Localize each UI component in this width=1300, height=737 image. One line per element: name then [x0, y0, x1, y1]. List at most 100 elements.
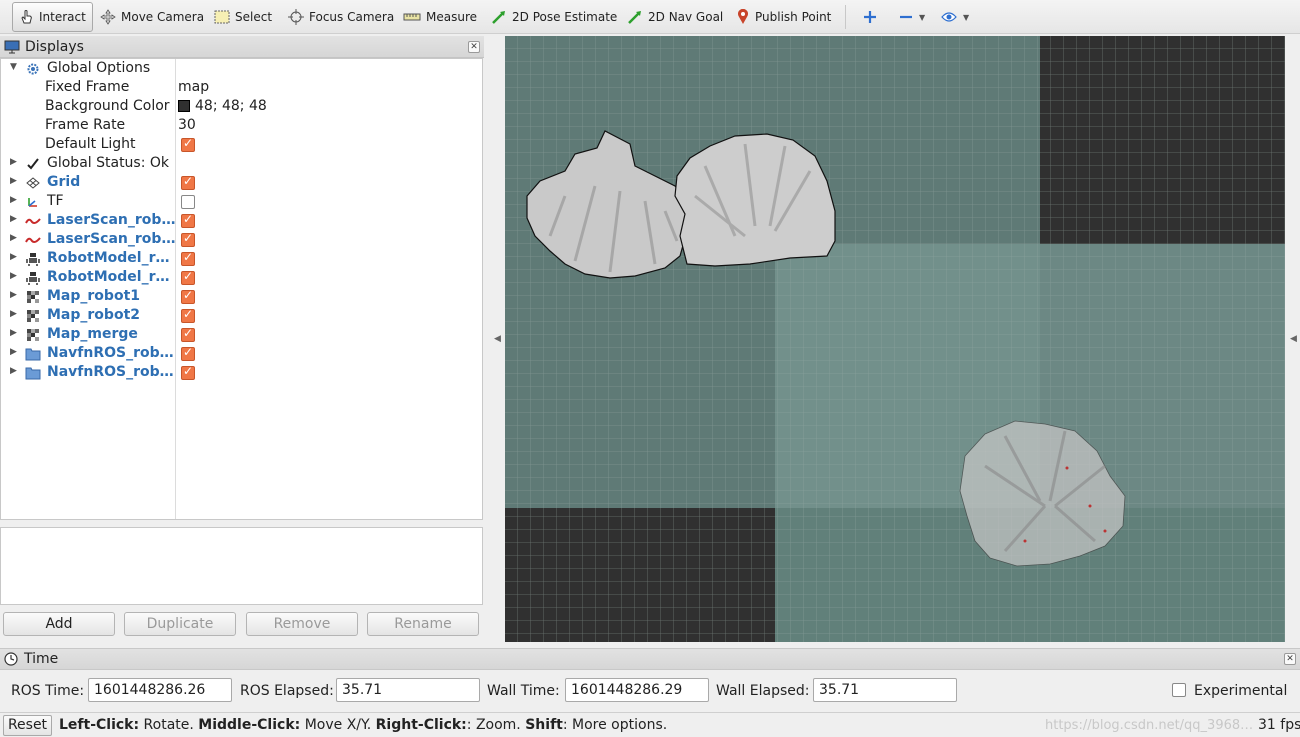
displays-panel-title: Displays: [25, 38, 84, 55]
display-item-laserscan[interactable]: ▶ LaserScan_rob…: [1, 212, 482, 231]
display-enabled-checkbox[interactable]: [181, 231, 195, 247]
time-panel-title: Time: [24, 651, 59, 667]
pose-estimate-tool-button[interactable]: 2D Pose Estimate: [486, 2, 622, 32]
experimental-checkbox[interactable]: [1172, 683, 1186, 697]
chevron-right-icon[interactable]: ▶: [10, 366, 17, 376]
remove-tool-dropdown[interactable]: ▼: [894, 2, 930, 32]
background-color-value[interactable]: 48; 48; 48: [178, 98, 267, 114]
display-enabled-checkbox[interactable]: [181, 174, 195, 190]
toolbar-separator: [845, 5, 846, 29]
laserscan-icon: [25, 213, 41, 229]
display-item-navfn[interactable]: ▶ NavfnROS_rob…: [1, 345, 482, 364]
monitor-icon: [4, 40, 20, 53]
map-render: [505, 36, 1285, 642]
rename-button[interactable]: Rename: [367, 612, 479, 636]
chevron-right-icon[interactable]: ▶: [10, 252, 17, 262]
duplicate-button[interactable]: Duplicate: [124, 612, 236, 636]
add-tool-button[interactable]: [858, 2, 882, 32]
experimental-label: Experimental: [1194, 683, 1288, 699]
collapse-left-arrow-icon[interactable]: ◀: [494, 334, 501, 344]
wall-elapsed-field[interactable]: 35.71: [813, 678, 957, 702]
tree-row-frame-rate[interactable]: Frame Rate 30: [1, 117, 482, 136]
select-tool-button[interactable]: Select: [209, 2, 277, 32]
chevron-right-icon[interactable]: ▶: [10, 347, 17, 357]
gear-icon: [25, 61, 41, 77]
display-item-map[interactable]: ▶ Map_robot1: [1, 288, 482, 307]
mouse-hint-text: Left-Click: Rotate. Middle-Click: Move X…: [59, 717, 668, 733]
display-enabled-checkbox[interactable]: [181, 288, 195, 304]
render-viewport[interactable]: [505, 36, 1285, 642]
display-item-navfn[interactable]: ▶ NavfnROS_rob…: [1, 364, 482, 383]
chevron-right-icon[interactable]: ▶: [10, 233, 17, 243]
chevron-right-icon[interactable]: ▶: [10, 309, 17, 319]
tree-row-global-status[interactable]: ▶ Global Status: Ok: [1, 155, 482, 174]
robotmodel-icon: [25, 251, 41, 267]
display-item-grid[interactable]: ▶ Grid: [1, 174, 482, 193]
display-enabled-checkbox[interactable]: [181, 269, 195, 285]
display-enabled-checkbox[interactable]: [181, 307, 195, 323]
remove-button[interactable]: Remove: [246, 612, 358, 636]
focus-camera-tool-button[interactable]: Focus Camera: [283, 2, 399, 32]
close-icon[interactable]: ✕: [468, 40, 480, 53]
display-enabled-checkbox[interactable]: [181, 345, 195, 361]
tf-icon: [25, 194, 41, 210]
interact-tool-button[interactable]: Interact: [12, 2, 93, 32]
displays-tree: ▼ Global Options Fixed Frame map Backgro…: [0, 58, 483, 520]
default-light-checkbox[interactable]: [181, 136, 195, 152]
display-enabled-checkbox[interactable]: [181, 195, 195, 209]
map-icon: [25, 327, 41, 343]
display-item-laserscan[interactable]: ▶ LaserScan_rob…: [1, 231, 482, 250]
move-camera-tool-button[interactable]: Move Camera: [95, 2, 209, 32]
chevron-right-icon[interactable]: ▶: [10, 328, 17, 338]
wall-elapsed-label: Wall Elapsed:: [716, 683, 810, 699]
chevron-down-icon: ▼: [963, 12, 970, 22]
nav-goal-tool-button[interactable]: 2D Nav Goal: [622, 2, 728, 32]
display-enabled-checkbox[interactable]: [181, 250, 195, 266]
wall-time-field[interactable]: 1601448286.29: [565, 678, 709, 702]
displays-panel-header: Displays ✕: [0, 36, 484, 58]
green-arrow-icon: [492, 11, 505, 24]
chevron-down-icon[interactable]: ▼: [10, 62, 17, 72]
view-tool-dropdown[interactable]: ▼: [936, 2, 974, 32]
tree-row-fixed-frame[interactable]: Fixed Frame map: [1, 79, 482, 98]
chevron-right-icon[interactable]: ▶: [10, 290, 17, 300]
collapse-right-arrow-icon[interactable]: ◀: [1290, 334, 1297, 344]
fixed-frame-value[interactable]: map: [178, 79, 209, 95]
chevron-right-icon[interactable]: ▶: [10, 195, 17, 205]
main-toolbar: Interact Move Camera Select Focus Camera…: [0, 0, 1300, 34]
chevron-right-icon[interactable]: ▶: [10, 214, 17, 224]
display-enabled-checkbox[interactable]: [181, 364, 195, 380]
chevron-right-icon[interactable]: ▶: [10, 176, 17, 186]
measure-tool-button[interactable]: Measure: [398, 2, 482, 32]
add-button[interactable]: Add: [3, 612, 115, 636]
publish-point-tool-button[interactable]: Publish Point: [731, 2, 836, 32]
robotmodel-icon: [25, 270, 41, 286]
display-enabled-checkbox[interactable]: [181, 212, 195, 228]
focus-camera-icon: [288, 9, 304, 25]
laserscan-icon: [25, 232, 41, 248]
chevron-right-icon[interactable]: ▶: [10, 271, 17, 281]
grid-icon: [25, 175, 41, 191]
tree-row-global-options[interactable]: ▼ Global Options: [1, 60, 482, 79]
display-description-box: [0, 527, 483, 605]
reset-button[interactable]: Reset: [3, 715, 52, 736]
tree-row-background-color[interactable]: Background Color 48; 48; 48: [1, 98, 482, 117]
chevron-right-icon[interactable]: ▶: [10, 157, 17, 167]
close-icon[interactable]: ✕: [1284, 653, 1296, 665]
grid-overlay: [505, 36, 1285, 642]
display-enabled-checkbox[interactable]: [181, 326, 195, 342]
ros-time-field[interactable]: 1601448286.26: [88, 678, 232, 702]
time-panel: ROS Time: 1601448286.26 ROS Elapsed: 35.…: [0, 672, 1300, 708]
display-item-map[interactable]: ▶ Map_robot2: [1, 307, 482, 326]
displays-panel: Displays ✕ ▼ Global Options Fixed Frame …: [0, 36, 484, 646]
frame-rate-value[interactable]: 30: [178, 117, 196, 133]
display-item-tf[interactable]: ▶ TF: [1, 193, 482, 212]
ros-elapsed-field[interactable]: 35.71: [336, 678, 480, 702]
eye-icon: [941, 12, 957, 22]
select-rect-icon: [214, 10, 230, 24]
display-item-map[interactable]: ▶ Map_merge: [1, 326, 482, 345]
tree-row-default-light[interactable]: Default Light: [1, 136, 482, 155]
display-item-robotmodel[interactable]: ▶ RobotModel_r…: [1, 250, 482, 269]
map-pin-icon: [738, 9, 748, 24]
display-item-robotmodel[interactable]: ▶ RobotModel_r…: [1, 269, 482, 288]
